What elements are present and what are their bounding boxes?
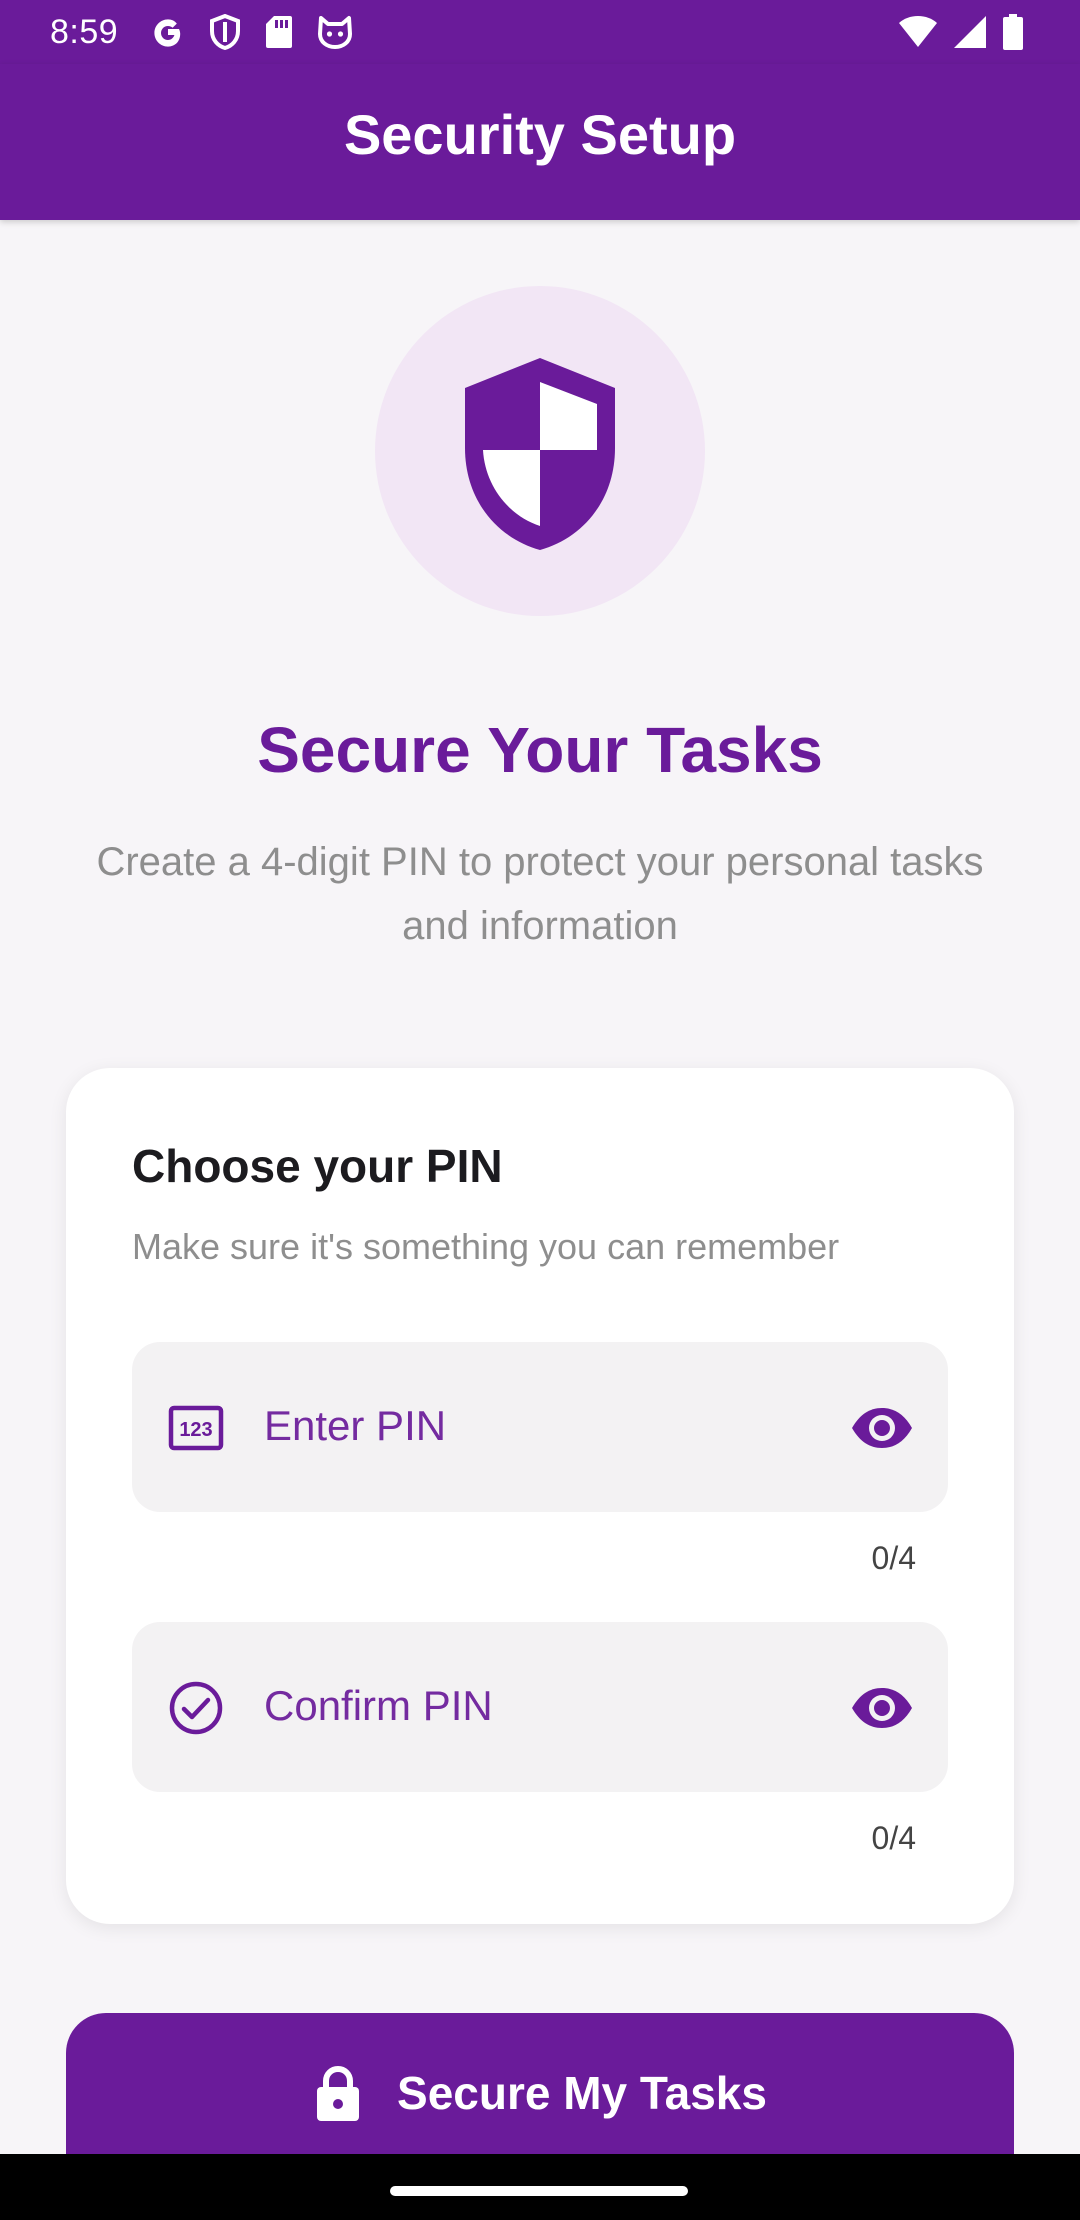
confirm-pin-field[interactable]: Confirm PIN [132,1622,948,1792]
eye-icon[interactable] [850,1396,914,1460]
enter-pin-counter: 0/4 [871,1540,916,1576]
lock-icon [317,2065,360,2121]
hero-icon-badge [375,286,705,616]
eye-icon[interactable] [850,1676,914,1740]
hero-title: Secure Your Tasks [257,714,823,786]
numeric-keypad-icon: 123 [168,1405,224,1451]
app-bar: Security Setup [0,64,1080,220]
wifi-icon [899,16,937,47]
confirm-pin-counter: 0/4 [871,1820,916,1856]
enter-pin-label: Enter PIN [264,1402,447,1449]
cellular-signal-icon [954,16,986,48]
status-time: 8:59 [50,13,119,51]
status-system-icons [898,12,1024,52]
shield-notification-icon [210,14,240,50]
enter-pin-field[interactable]: 123 Enter PIN [132,1342,948,1512]
pin-setup-card: Choose your PIN Make sure it's something… [66,1068,1014,1924]
sd-card-icon [266,16,292,48]
cat-face-icon [318,16,352,49]
battery-icon [1003,14,1023,50]
system-navigation-bar [0,2154,1080,2220]
google-g-icon [154,19,181,47]
check-circle-icon [169,1681,223,1735]
page-title: Security Setup [343,103,737,166]
home-gesture-handle[interactable] [390,2186,688,2196]
shield-icon [465,358,615,550]
card-title: Choose your PIN [132,1140,503,1192]
card-subtitle: Make sure it's something you can remembe… [132,1226,840,1267]
status-bar: 8:59 [0,0,1080,64]
hero-subtitle: Create a 4-digit PIN to protect your per… [96,840,984,948]
svg-text:123: 123 [179,1419,212,1441]
confirm-pin-label: Confirm PIN [264,1682,493,1729]
status-notification-icons [150,12,354,52]
button-label: Secure My Tasks [397,2067,767,2119]
